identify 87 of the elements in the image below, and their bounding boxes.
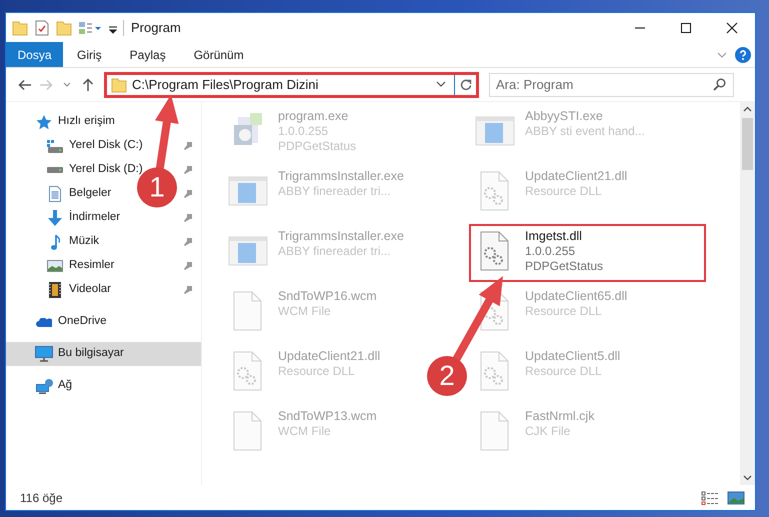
view-icon[interactable] <box>78 20 102 36</box>
nav-item[interactable]: Ağ <box>6 374 76 398</box>
document-icon <box>49 186 61 202</box>
up-arrow-icon <box>82 78 94 92</box>
large-icons-view-icon[interactable] <box>727 490 745 504</box>
file-detail: Resource DLL <box>525 184 603 199</box>
file-detail: WCM File <box>278 424 332 439</box>
file-detail: ABBY sti event hand... <box>525 124 645 139</box>
drive-icon <box>47 167 63 173</box>
scroll-down-icon[interactable] <box>743 475 752 481</box>
properties-icon[interactable] <box>34 20 50 36</box>
picture-icon <box>47 260 63 272</box>
chevron-down-icon <box>62 82 70 88</box>
pin-icon[interactable] <box>183 213 193 223</box>
nav-item[interactable]: Hızlı erişim <box>6 110 119 134</box>
music-note-icon <box>50 234 60 250</box>
network-icon <box>36 378 52 394</box>
folder-icon <box>12 20 28 36</box>
file-detail: WCM File <box>278 304 332 319</box>
nav-item[interactable]: Videolar <box>6 278 115 302</box>
nav-item[interactable]: OneDrive <box>6 310 111 334</box>
file-detail: Resource DLL <box>525 364 603 379</box>
ribbon-tab[interactable]: Paylaş <box>116 42 180 67</box>
drive-icon <box>47 140 63 152</box>
item-count: 116 öğe <box>20 490 64 506</box>
pin-icon[interactable] <box>183 261 193 271</box>
nav-item[interactable]: Yerel Disk (D:) <box>6 158 147 182</box>
scroll-up-icon[interactable] <box>743 106 752 112</box>
file-detail: 1.0.0.255 <box>278 124 330 139</box>
expand-ribbon-icon[interactable] <box>717 50 727 58</box>
file-name: Imgetst.dll <box>525 229 583 244</box>
pin-icon[interactable] <box>183 165 193 175</box>
maximize-icon <box>680 22 692 34</box>
file-detail: 1.0.0.255 <box>525 244 576 259</box>
file-name: UpdateClient21.dll <box>278 349 380 364</box>
file-name: FastNrml.cjk <box>525 409 594 424</box>
star-icon <box>36 114 52 130</box>
address-bar[interactable]: C:\Program Files\Program Dizini <box>104 72 479 98</box>
cloud-icon <box>36 318 52 326</box>
scrollbar[interactable] <box>740 102 755 485</box>
file-detail: CJK File <box>525 424 572 439</box>
dropdown-icon[interactable] <box>436 81 446 88</box>
file-detail: Resource DLL <box>525 304 603 319</box>
refresh-icon <box>460 78 472 90</box>
nav-item[interactable]: Belgeler <box>6 182 116 206</box>
nav-item[interactable]: Yerel Disk (C:) <box>6 134 147 158</box>
file-name: AbbyySTI.exe <box>525 109 604 124</box>
film-icon <box>49 282 61 298</box>
nav-item[interactable]: Bu bilgisayar <box>6 342 201 366</box>
file-name: program.exe <box>278 109 350 124</box>
pin-icon[interactable] <box>183 141 193 151</box>
nav-item[interactable]: İndirmeler <box>6 206 124 230</box>
file-item[interactable]: Imgetst.dll 1.0.0.255 PDPGetStatus <box>469 224 706 282</box>
download-arrow-icon <box>48 210 62 226</box>
help-icon[interactable] <box>735 46 751 62</box>
file-name: UpdateClient21.dll <box>525 169 628 184</box>
pin-icon[interactable] <box>183 237 193 247</box>
close-icon <box>726 22 738 34</box>
forward-arrow-icon <box>38 78 52 90</box>
file-name: TrigrammsInstaller.exe <box>278 229 404 244</box>
file-name: SndToWP16.wcm <box>278 289 377 304</box>
file-detail: PDPGetStatus <box>278 139 356 154</box>
details-view-icon[interactable] <box>701 490 719 504</box>
back-arrow-icon <box>18 78 32 90</box>
nav-item[interactable]: Resimler <box>6 254 118 278</box>
file-detail: ABBY finereader tri... <box>278 184 392 199</box>
monitor-icon <box>35 346 53 362</box>
nav-item[interactable]: Müzik <box>6 230 104 254</box>
file-menu-tab[interactable]: Dosya <box>6 42 63 67</box>
pin-icon[interactable] <box>183 285 193 295</box>
step-number-badge: 2 <box>427 356 467 396</box>
ribbon-tab[interactable]: Giriş <box>63 42 116 67</box>
window-title: Program <box>131 18 181 37</box>
folder-icon <box>111 76 127 92</box>
file-detail: ABBY finereader tri... <box>278 244 392 259</box>
scroll-thumb[interactable] <box>742 118 753 170</box>
file-name: TrigrammsInstaller.exe <box>278 169 404 184</box>
pin-icon[interactable] <box>183 189 193 199</box>
search-icon <box>713 78 726 90</box>
file-detail: Resource DLL <box>278 364 356 379</box>
file-detail: PDPGetStatus <box>525 259 604 274</box>
address-path: C:\Program Files\Program Dizini <box>132 76 320 94</box>
file-name: UpdateClient65.dll <box>525 289 628 304</box>
ribbon-tab[interactable]: Görünüm <box>180 42 258 67</box>
file-name: SndToWP13.wcm <box>278 409 377 424</box>
file-name: UpdateClient5.dll <box>525 349 620 364</box>
search-field[interactable]: Ara: Program <box>489 72 734 96</box>
